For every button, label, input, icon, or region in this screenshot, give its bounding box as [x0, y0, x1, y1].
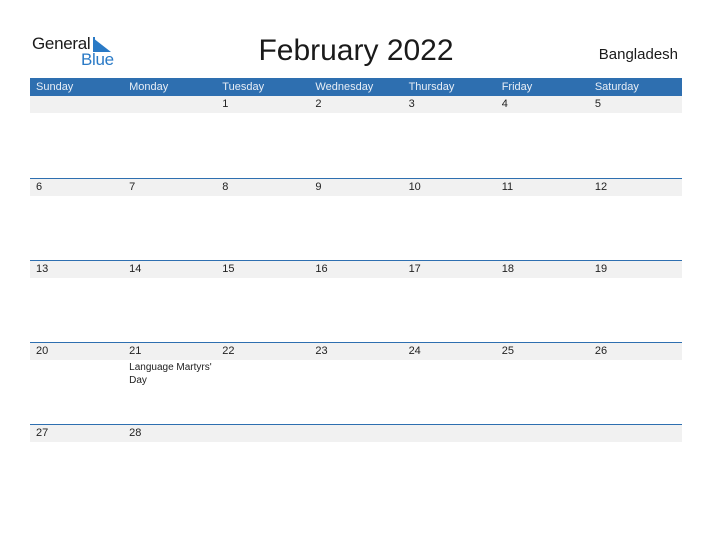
day-number: [589, 425, 682, 442]
holiday-event: [216, 113, 309, 114]
day-number: 6: [36, 181, 43, 193]
holiday-event: [496, 196, 589, 197]
day-number: [216, 425, 309, 442]
weekday-saturday: Saturday: [594, 81, 639, 93]
holiday-event: [123, 196, 216, 197]
holiday-event: [589, 442, 682, 443]
day-number: 23: [315, 345, 328, 357]
holiday-event: [589, 278, 682, 279]
calendar-grid: Sunday Monday Tuesday Wednesday Thursday…: [30, 78, 682, 506]
weekday-friday: Friday: [501, 81, 533, 93]
day-number-row: 27 28: [30, 425, 682, 442]
day-number: 18: [501, 263, 514, 275]
day-number-row: 6 7 8 9 10 11 12: [30, 179, 682, 196]
week-row: 1 2 3 4 5: [30, 96, 682, 178]
week-row: 13 14 15 16 17 18 19: [30, 260, 682, 342]
holiday-event: [216, 442, 309, 443]
day-number: 4: [501, 98, 508, 110]
day-number: 3: [408, 98, 415, 110]
week-row: 20 21 22 23 24 25 26 Language Martyrs' Day: [30, 342, 682, 424]
day-number: [123, 96, 216, 113]
day-number: 21: [129, 345, 142, 357]
day-number: 10: [408, 181, 421, 193]
day-number-row: 20 21 22 23 24 25 26: [30, 343, 682, 360]
event-row: [30, 113, 682, 114]
holiday-event: [309, 196, 402, 197]
day-number: 13: [36, 263, 49, 275]
day-number: 14: [129, 263, 142, 275]
day-number-row: 1 2 3 4 5: [30, 96, 682, 113]
event-row: [30, 278, 682, 279]
holiday-event: [309, 113, 402, 114]
event-row: Language Martyrs' Day: [30, 360, 682, 387]
day-number: 25: [501, 345, 514, 357]
day-number: [496, 425, 589, 442]
day-number: 8: [222, 181, 229, 193]
holiday-event: [403, 442, 496, 443]
weeks-container: 1 2 3 4 5 6 7 8 9 10 11 12 13 14 15 16 17 18 19 20 21 22 23 24 2…: [30, 96, 682, 506]
day-number: 19: [594, 263, 608, 275]
day-number: 26: [594, 345, 608, 357]
holiday-event: [403, 360, 496, 387]
weekday-header: Sunday Monday Tuesday Wednesday Thursday…: [30, 78, 682, 96]
day-number: 17: [408, 263, 421, 275]
weekday-sunday: Sunday: [36, 81, 74, 93]
holiday-event: Language Martyrs' Day: [129, 362, 212, 386]
holiday-event: [123, 278, 216, 279]
day-number: 9: [315, 181, 322, 193]
day-number: 2: [315, 98, 322, 110]
holiday-event: [309, 278, 402, 279]
holiday-event: [30, 442, 123, 443]
day-number: 24: [408, 345, 421, 357]
day-number: 20: [36, 345, 49, 357]
holiday-event: [30, 196, 123, 197]
day-number: 22: [222, 345, 235, 357]
holiday-event: [30, 113, 123, 114]
holiday-event: [123, 113, 216, 114]
holiday-event: [309, 360, 402, 387]
day-number: [403, 425, 496, 442]
event-row: [30, 196, 682, 197]
holiday-event: [589, 113, 682, 114]
day-number: 7: [129, 181, 136, 193]
weekday-wednesday: Wednesday: [315, 81, 374, 93]
day-number-row: 13 14 15 16 17 18 19: [30, 261, 682, 278]
weekday-monday: Monday: [129, 81, 169, 93]
day-number: 27: [36, 427, 49, 439]
holiday-event: [589, 360, 682, 387]
holiday-event: [403, 196, 496, 197]
day-number: 16: [315, 263, 328, 275]
day-number: 5: [594, 98, 601, 110]
holiday-event: [496, 360, 589, 387]
weekday-tuesday: Tuesday: [222, 81, 265, 93]
holiday-event: [309, 442, 402, 443]
holiday-event: [589, 196, 682, 197]
holiday-event: [403, 113, 496, 114]
holiday-event: [216, 360, 309, 387]
holiday-event: [496, 113, 589, 114]
day-number: 15: [222, 263, 235, 275]
holiday-event: [403, 278, 496, 279]
holiday-event: [216, 196, 309, 197]
holiday-event: [496, 442, 589, 443]
holiday-event: [216, 278, 309, 279]
holiday-event: [30, 278, 123, 279]
day-number: 28: [129, 427, 142, 439]
holiday-event: [30, 360, 123, 387]
week-row: 6 7 8 9 10 11 12: [30, 178, 682, 260]
day-number: 12: [594, 181, 608, 193]
country-label: Bangladesh: [598, 46, 678, 63]
day-number: 1: [222, 98, 229, 110]
weekday-thursday: Thursday: [408, 81, 455, 93]
event-row: [30, 442, 682, 443]
day-number: [309, 425, 402, 442]
holiday-event: [123, 442, 216, 443]
holiday-event: [496, 278, 589, 279]
day-number: [30, 96, 123, 113]
week-row: 27 28: [30, 424, 682, 506]
day-number: 11: [501, 181, 514, 193]
